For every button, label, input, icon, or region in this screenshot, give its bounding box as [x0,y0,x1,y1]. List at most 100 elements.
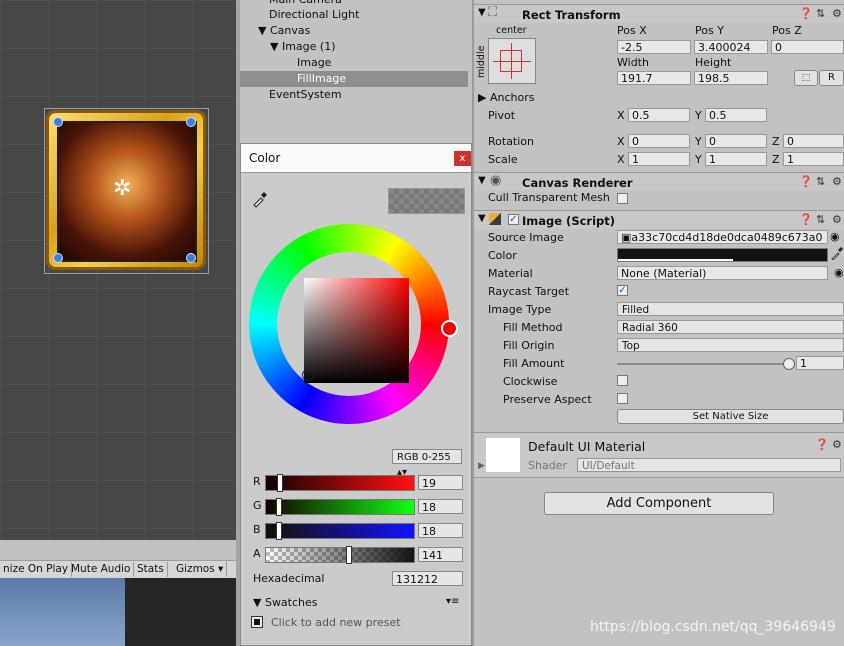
help-icon[interactable]: ❓ [799,213,813,226]
foldout-arrow-icon[interactable]: ▶ [478,461,485,471]
scale-x-field[interactable]: 1 [628,152,690,166]
mute-audio-button[interactable]: Mute Audio [68,562,135,577]
corner-handle-tl[interactable] [53,117,63,127]
rect-transform-header[interactable]: ▼ ⛶ Rect Transform ❓ ⇅ ⚙ [474,4,844,23]
preset-icon[interactable]: ⇅ [816,213,825,226]
b-slider-thumb[interactable] [276,522,282,540]
foldout-arrow-icon[interactable]: ▼ [478,175,486,186]
color-picker-titlebar[interactable]: Color x [241,144,471,173]
alpha-slider[interactable] [265,546,415,564]
pos-x-field[interactable]: -2.5 [617,40,691,54]
add-preset-label[interactable]: Click to add new preset [271,616,401,629]
help-icon[interactable]: ❓ [799,175,813,188]
rotation-x-field[interactable]: 0 [628,134,690,148]
cull-transparent-checkbox[interactable] [617,193,628,204]
fill-method-label: Fill Method [503,321,563,334]
anchor-h-label: center [496,25,527,36]
hierarchy-item-eventsystem[interactable]: EventSystem [269,87,342,103]
preset-icon[interactable]: ⇅ [816,175,825,188]
object-picker-icon[interactable]: ◉ [834,266,844,279]
foldout-arrow-icon[interactable]: ▼ [478,213,486,224]
canvas-renderer-header[interactable]: ▼ ◉ Canvas Renderer ❓ ⇅ ⚙ [474,172,844,191]
corner-handle-bl[interactable] [53,253,63,263]
corner-handle-tr[interactable] [186,117,196,127]
sv-marker-icon[interactable] [302,369,314,381]
raycast-target-checkbox[interactable]: ✓ [617,285,628,296]
rotation-z-field[interactable]: 0 [783,134,844,148]
help-icon[interactable]: ❓ [815,438,829,451]
blueprint-mode-button[interactable]: ⬚ [794,70,818,86]
color-field[interactable] [617,248,828,262]
gear-icon[interactable]: ⚙ [832,213,842,226]
pivot-y-field[interactable]: 0.5 [705,108,767,122]
preset-swatch-icon[interactable] [251,616,263,628]
swatches-foldout[interactable]: ▼ Swatches [253,596,318,609]
g-value-field[interactable]: 18 [418,499,463,514]
hierarchy-item-directional-light[interactable]: Directional Light [269,7,359,23]
hue-marker-icon[interactable] [441,320,458,337]
add-component-button[interactable]: Add Component [544,492,774,515]
swatches-menu-icon[interactable]: ▾≡ [446,596,459,607]
gizmos-dropdown[interactable]: Gizmos ▾ [173,562,228,577]
height-label: Height [695,56,732,69]
anchors-foldout[interactable]: ▶ Anchors [478,91,534,104]
r-slider-thumb[interactable] [277,474,283,492]
image-type-dropdown[interactable]: Filled [617,302,844,316]
shader-dropdown[interactable]: UI/Default [577,458,841,472]
image-enabled-checkbox[interactable]: ✓ [508,214,519,225]
scale-x-label: X [617,153,625,166]
r-slider[interactable] [265,474,415,492]
material-field[interactable]: None (Material) [617,266,828,280]
clockwise-label: Clockwise [503,375,558,388]
alpha-slider-thumb[interactable] [346,546,352,564]
image-script-header[interactable]: ▼ ✓ Image (Script) ❓ ⇅ ⚙ [474,210,844,229]
anchor-preset-button[interactable] [488,38,536,84]
fill-origin-dropdown[interactable]: Top [617,338,844,352]
b-value-field[interactable]: 18 [418,523,463,538]
hierarchy-item-fillimage[interactable]: FillImage [240,71,468,87]
hierarchy-item-image-1[interactable]: ▼ Image (1) [270,39,335,55]
color-mode-dropdown[interactable]: RGB 0-255 ▴▾ [392,449,462,478]
close-button[interactable]: x [454,151,471,166]
pos-z-field[interactable]: 0 [771,40,844,54]
r-value-field[interactable]: 19 [418,475,463,490]
fill-amount-thumb[interactable] [783,358,795,370]
foldout-arrow-icon[interactable]: ▼ [478,7,486,18]
fill-method-dropdown[interactable]: Radial 360 [617,320,844,334]
gear-icon[interactable]: ⚙ [832,7,842,20]
width-field[interactable]: 191.7 [617,71,691,85]
preset-icon[interactable]: ⇅ [816,7,825,20]
hierarchy-item-canvas[interactable]: ▼ Canvas [258,23,310,39]
b-slider[interactable] [265,522,415,540]
maximize-on-play-button[interactable]: nize On Play [0,562,73,577]
preserve-aspect-checkbox[interactable] [617,393,628,404]
hexadecimal-field[interactable]: 131212 [392,571,463,586]
set-native-size-button[interactable]: Set Native Size [617,409,844,424]
source-image-field[interactable]: ▣a33c70cd4d18de0dca0489c673a0 [617,230,828,244]
rotation-y-field[interactable]: 0 [705,134,767,148]
saturation-value-square[interactable] [304,278,409,383]
pivot-x-field[interactable]: 0.5 [628,108,690,122]
scale-y-field[interactable]: 1 [705,152,767,166]
pivot-icon[interactable]: ✲ [113,178,131,200]
clockwise-checkbox[interactable] [617,375,628,386]
eyedropper-icon[interactable] [831,246,844,263]
g-slider-thumb[interactable] [276,498,282,516]
alpha-value-field[interactable]: 141 [418,547,463,562]
raw-edit-button[interactable]: R [819,70,844,86]
height-field[interactable]: 198.5 [694,71,768,85]
help-icon[interactable]: ❓ [799,7,813,20]
object-picker-icon[interactable]: ◉ [830,230,840,243]
g-slider[interactable] [265,498,415,516]
fill-amount-field[interactable]: 1 [796,356,844,370]
pos-y-field[interactable]: 3.400024 [694,40,768,54]
fill-amount-slider[interactable] [617,363,790,365]
scene-view[interactable]: ✲ [0,0,236,540]
hierarchy-item-image[interactable]: Image [297,55,331,71]
eyedropper-icon[interactable] [251,190,269,212]
gear-icon[interactable]: ⚙ [832,438,842,451]
scale-z-field[interactable]: 1 [783,152,844,166]
stats-button[interactable]: Stats [134,562,168,577]
corner-handle-br[interactable] [186,253,196,263]
gear-icon[interactable]: ⚙ [832,175,842,188]
